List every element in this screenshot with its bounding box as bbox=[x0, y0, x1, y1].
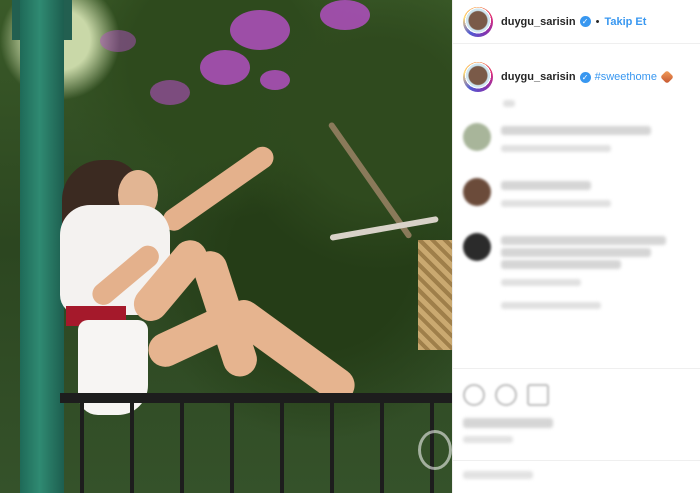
house-emoji-icon bbox=[660, 70, 674, 84]
comment-body bbox=[501, 178, 690, 207]
wicker-lantern bbox=[418, 240, 452, 350]
flower-cluster bbox=[150, 80, 190, 105]
caption-username[interactable]: duygu_sarisin bbox=[501, 71, 576, 83]
avatar[interactable] bbox=[463, 6, 493, 37]
post-photo[interactable] bbox=[0, 0, 452, 493]
list-item bbox=[453, 227, 700, 315]
railing-bar bbox=[180, 403, 184, 493]
flower-cluster bbox=[320, 0, 370, 30]
flower-cluster bbox=[200, 50, 250, 85]
list-item bbox=[453, 172, 700, 213]
verified-badge-icon: ✓ bbox=[579, 16, 591, 27]
railing-bar bbox=[380, 403, 384, 493]
instagram-post: duygu_sarisin ✓ • Takip Et duygu_sarisin… bbox=[0, 0, 700, 493]
railing-bar bbox=[130, 403, 134, 493]
railing-bar bbox=[80, 403, 84, 493]
action-bar bbox=[463, 384, 549, 406]
commenter-avatar[interactable] bbox=[463, 233, 491, 261]
follow-button[interactable]: Takip Et bbox=[604, 16, 646, 28]
flower-cluster bbox=[260, 70, 290, 90]
green-pole bbox=[20, 0, 64, 493]
add-comment-field[interactable] bbox=[453, 460, 700, 489]
tree-branch bbox=[329, 215, 439, 241]
verified-badge-icon: ✓ bbox=[579, 71, 591, 83]
post-timestamp bbox=[463, 436, 513, 443]
comment-body bbox=[501, 123, 690, 152]
separator-dot: • bbox=[595, 15, 600, 28]
add-comment-placeholder bbox=[463, 471, 533, 479]
woman-raised-arm bbox=[158, 142, 278, 236]
share-icon[interactable] bbox=[527, 384, 549, 406]
post-sidebar: duygu_sarisin ✓ • Takip Et duygu_sarisin… bbox=[452, 0, 700, 493]
likes-count[interactable] bbox=[463, 418, 553, 428]
watermark-logo bbox=[418, 430, 452, 470]
avatar[interactable] bbox=[463, 62, 493, 92]
balcony-railing bbox=[60, 393, 452, 403]
post-header: duygu_sarisin ✓ • Takip Et bbox=[453, 0, 700, 44]
comment-icon[interactable] bbox=[495, 384, 517, 406]
railing-bar bbox=[230, 403, 234, 493]
flower-cluster bbox=[230, 10, 290, 50]
caption-timestamp bbox=[453, 100, 700, 117]
heart-icon[interactable] bbox=[463, 384, 485, 406]
divider bbox=[453, 368, 700, 369]
comment-body bbox=[501, 233, 690, 309]
list-item bbox=[453, 117, 700, 158]
flower-cluster bbox=[100, 30, 136, 52]
commenter-avatar[interactable] bbox=[463, 123, 491, 151]
caption-hashtag[interactable]: #sweethome bbox=[595, 71, 657, 83]
author-username[interactable]: duygu_sarisin bbox=[501, 16, 576, 28]
railing-bar bbox=[330, 403, 334, 493]
commenter-avatar[interactable] bbox=[463, 178, 491, 206]
post-caption: duygu_sarisin ✓ #sweethome bbox=[453, 44, 700, 98]
railing-bar bbox=[280, 403, 284, 493]
